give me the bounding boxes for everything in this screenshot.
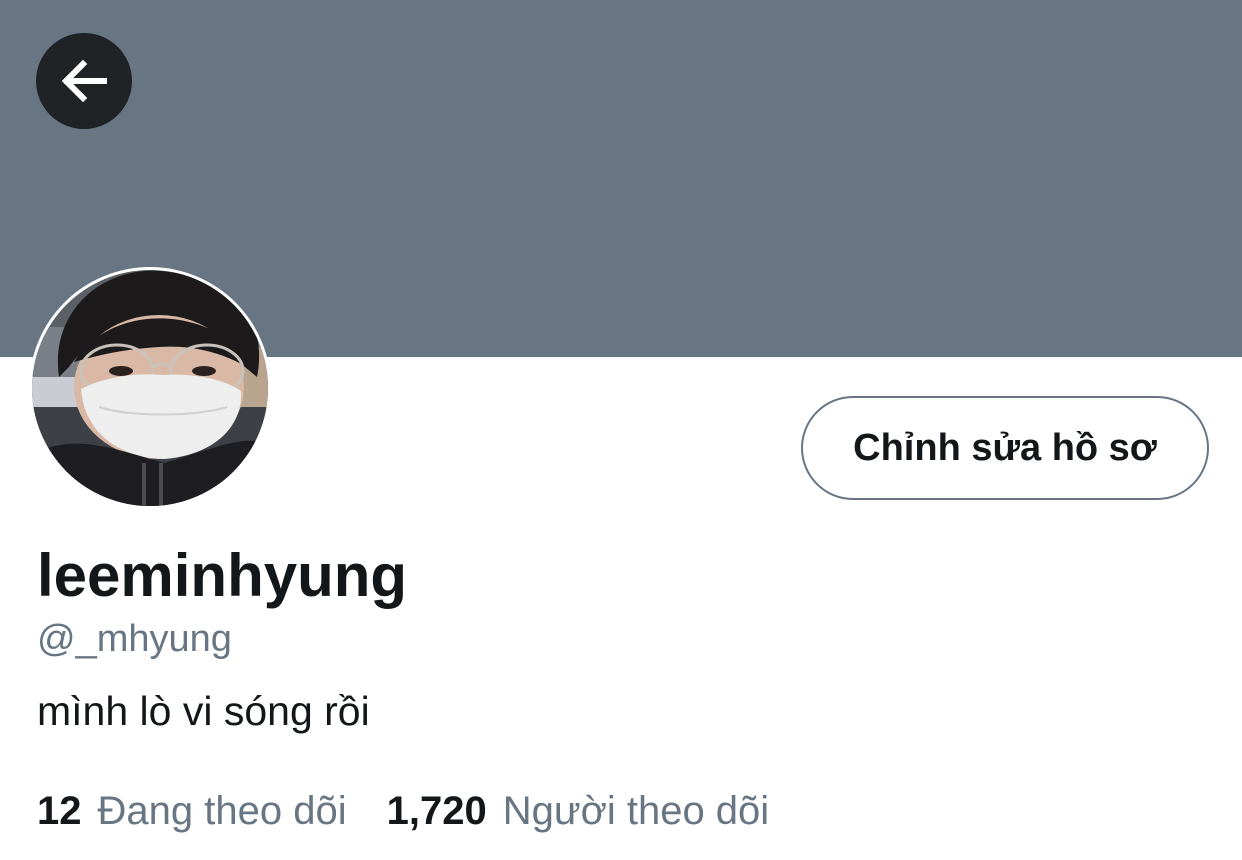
following-label: Đang theo dõi [97,789,347,833]
following-link[interactable]: 12 Đang theo dõi [37,786,347,836]
display-name: leeminhyung [37,542,408,609]
profile-photo [32,270,268,506]
following-count: 12 [37,789,82,833]
edit-profile-button-label: Chỉnh sửa hồ sơ [853,426,1157,469]
edit-profile-button[interactable]: Chỉnh sửa hồ sơ [801,396,1209,500]
profile-page: Chỉnh sửa hồ sơ leeminhyung @_mhyung mìn… [0,0,1242,860]
avatar[interactable] [29,267,271,509]
followers-link[interactable]: 1,720 Người theo dõi [387,786,770,836]
user-handle: @_mhyung [37,618,232,660]
back-button[interactable] [36,33,132,129]
followers-count: 1,720 [386,789,487,833]
profile-bio: mình lò vi sóng rồi [37,688,370,734]
followers-label: Người theo dõi [502,789,770,833]
follow-stats: 12 Đang theo dõi 1,720 Người theo dõi [37,786,769,836]
arrow-left-icon [58,55,110,107]
